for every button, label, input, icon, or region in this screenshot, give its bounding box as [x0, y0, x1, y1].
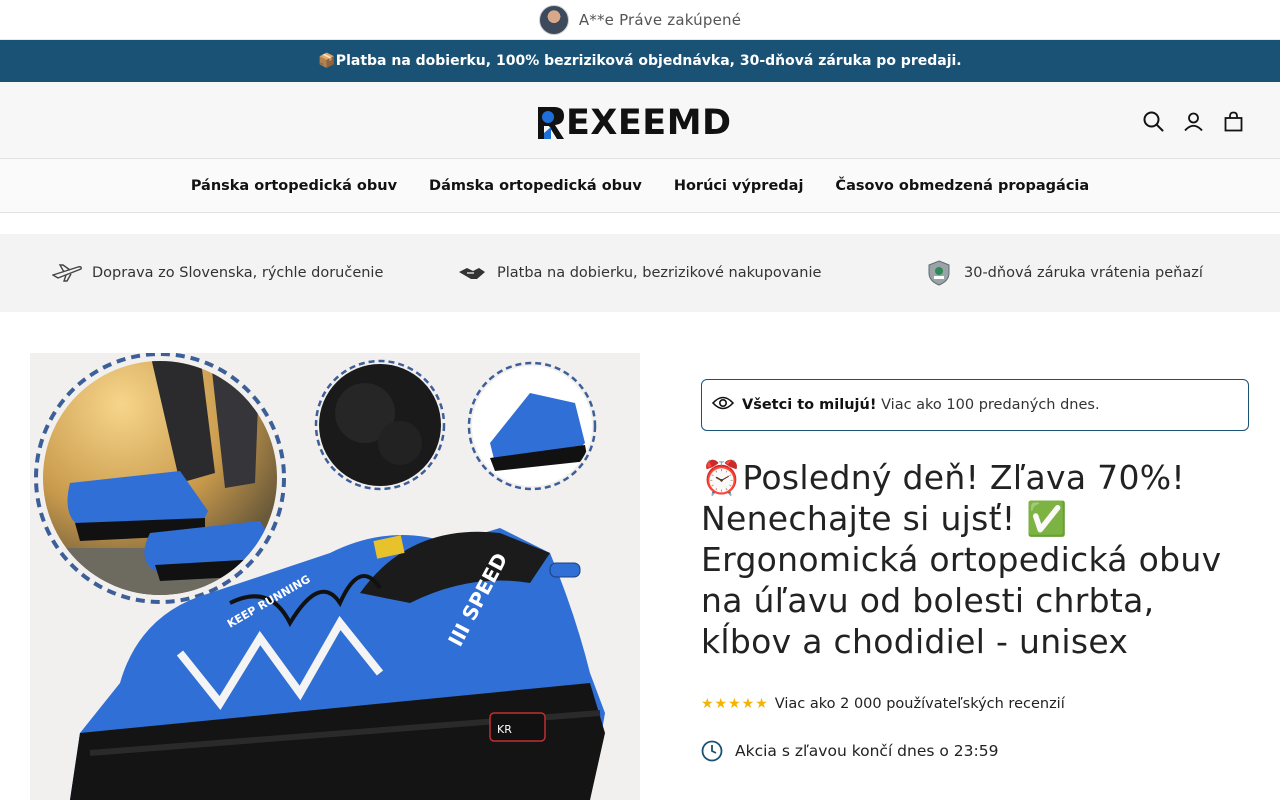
- buyer-avatar: [538, 4, 569, 35]
- handshake-icon: [457, 260, 487, 286]
- product-photo: III SPEED KEEP RUNNING KR: [30, 353, 640, 800]
- shield-icon: [924, 260, 954, 286]
- feature-guarantee-label: 30-dňová záruka vrátenia peňazí: [964, 265, 1203, 281]
- purchase-notification: A**e Práve zakúpené: [0, 0, 1280, 40]
- nav-item-hot-sale[interactable]: Horúci výpredaj: [674, 178, 804, 194]
- product-rating[interactable]: ★★★★★ Viac ako 2 000 používateľských rec…: [701, 696, 1249, 712]
- site-header: EXEEMD: [0, 82, 1280, 159]
- product-title: ⏰Posledný deň! Zľava 70%! Nenechajte si …: [701, 458, 1222, 661]
- feature-cod: Platba na dobierku, bezrizikové nakupova…: [457, 260, 821, 286]
- eye-icon: [711, 395, 735, 415]
- purchase-notification-text: A**e Práve zakúpené: [578, 10, 742, 29]
- sale-countdown-text: Akcia s zľavou končí dnes o 23:59: [735, 742, 999, 760]
- announcement-text: 📦Platba na dobierku, 100% bezriziková ob…: [318, 53, 962, 69]
- social-proof-text: Viac ako 100 predaných dnes.: [881, 397, 1100, 413]
- feature-guarantee: 30-dňová záruka vrátenia peňazí: [924, 260, 1203, 286]
- feature-cod-label: Platba na dobierku, bezrizikové nakupova…: [497, 265, 822, 281]
- nav-item-womens-shoes[interactable]: Dámska ortopedická obuv: [429, 178, 642, 194]
- product-info: Všetci to milujú! Viac ako 100 predaných…: [701, 379, 1249, 762]
- announcement-bar: 📦Platba na dobierku, 100% bezriziková ob…: [0, 40, 1280, 82]
- search-icon[interactable]: [1142, 110, 1164, 132]
- social-proof-strong: Všetci to milujú!: [742, 397, 877, 413]
- product-image[interactable]: III SPEED KEEP RUNNING KR: [30, 353, 640, 800]
- reviews-count: Viac ako 2 000 používateľských recenzií: [774, 696, 1065, 712]
- main-nav: Pánska ortopedická obuv Dámska ortopedic…: [0, 159, 1280, 213]
- logo-text: EXEEMD: [566, 103, 732, 143]
- feature-shipping: Doprava zo Slovenska, rýchle doručenie: [52, 260, 383, 286]
- airplane-icon: [52, 260, 82, 286]
- features-strip: Doprava zo Slovenska, rýchle doručenie P…: [0, 234, 1280, 312]
- account-icon[interactable]: [1182, 110, 1204, 132]
- nav-item-mens-shoes[interactable]: Pánska ortopedická obuv: [191, 178, 397, 194]
- logo-mark: [536, 105, 566, 141]
- site-logo[interactable]: EXEEMD: [536, 104, 732, 142]
- social-proof-box: Všetci to milujú! Viac ako 100 predaných…: [701, 379, 1249, 431]
- sale-countdown: Akcia s zľavou končí dnes o 23:59: [701, 740, 1249, 762]
- header-icons: [1142, 110, 1244, 132]
- cart-icon[interactable]: [1222, 110, 1244, 132]
- svg-text:KR: KR: [497, 723, 512, 736]
- nav-item-limited-promo[interactable]: Časovo obmedzená propagácia: [835, 178, 1089, 194]
- clock-icon: [701, 740, 723, 762]
- rating-stars: ★★★★★: [701, 696, 769, 712]
- feature-shipping-label: Doprava zo Slovenska, rýchle doručenie: [92, 265, 384, 281]
